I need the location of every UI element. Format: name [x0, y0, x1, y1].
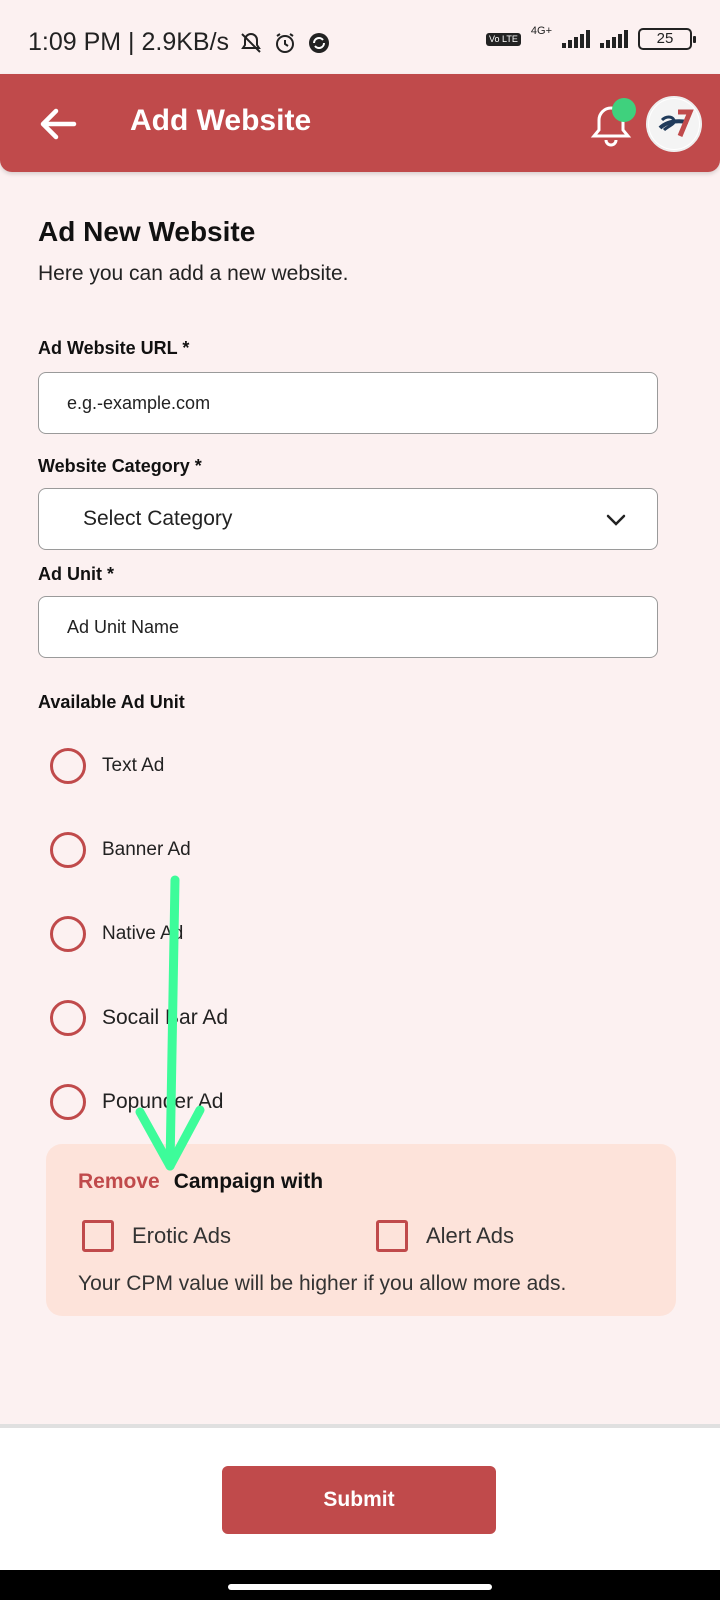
status-right: Vo LTE 4G+ 25 [486, 25, 696, 50]
ad-unit-field[interactable] [38, 596, 658, 658]
radio-option-native-ad[interactable]: Native Ad [50, 914, 183, 954]
radio-button[interactable] [50, 1000, 86, 1036]
battery-level: 25 [656, 30, 674, 47]
url-field[interactable] [38, 372, 658, 434]
home-indicator[interactable] [228, 1584, 492, 1590]
ad-unit-label: Ad Unit * [38, 564, 114, 584]
radio-label: Banner Ad [102, 839, 191, 860]
status-left: 1:09 PM | 2.9KB/s [28, 28, 331, 57]
signal-icon [600, 30, 628, 48]
category-select[interactable]: Select Category [38, 488, 658, 550]
checkbox[interactable] [82, 1220, 114, 1252]
url-label: Ad Website URL * [38, 338, 190, 358]
campaign-with-label: Campaign with [173, 1170, 324, 1193]
radio-button[interactable] [50, 1084, 86, 1120]
checkbox-label: Alert Ads [426, 1223, 515, 1248]
radio-button[interactable] [50, 748, 86, 784]
signal-icon [562, 30, 590, 48]
status-time-speed: 1:09 PM | 2.9KB/s [28, 28, 230, 56]
notification-badge [612, 98, 636, 122]
radio-option-social-bar-ad[interactable]: Socail Bar Ad [50, 998, 228, 1038]
radio-button[interactable] [50, 832, 86, 868]
sync-app-icon [309, 32, 330, 53]
radio-label: Text Ad [102, 755, 165, 776]
checkbox-option-alert-ads[interactable]: Alert Ads [376, 1220, 514, 1252]
category-selected-value: Select Category [83, 507, 233, 530]
form-subheading: Here you can add a new website. [38, 262, 349, 285]
radio-label: Popunder Ad [102, 1090, 224, 1113]
campaign-panel: Remove Campaign with Erotic Ads Alert Ads… [46, 1144, 676, 1316]
chevron-down-icon [606, 514, 626, 526]
alarm-icon [276, 32, 295, 53]
battery-icon: 25 [638, 28, 696, 50]
radio-button[interactable] [50, 916, 86, 952]
submit-button[interactable]: Submit [222, 1466, 496, 1534]
mute-notification-icon [241, 32, 261, 53]
back-arrow-icon[interactable] [36, 102, 80, 146]
form-heading: Ad New Website [38, 216, 256, 247]
remove-label: Remove [78, 1170, 160, 1193]
available-ad-unit-label: Available Ad Unit [38, 692, 185, 712]
category-label: Website Category * [38, 456, 202, 476]
radio-label: Native Ad [102, 923, 184, 944]
ad-unit-input[interactable] [67, 597, 627, 657]
radio-option-banner-ad[interactable]: Banner Ad [50, 830, 191, 870]
checkbox[interactable] [376, 1220, 408, 1252]
status-bar: 1:09 PM | 2.9KB/s Vo LTE 4G+ 25 [0, 0, 720, 72]
radio-label: Socail Bar Ad [102, 1006, 229, 1029]
volte-badge: Vo LTE [486, 32, 521, 46]
radio-option-text-ad[interactable]: Text Ad [50, 746, 164, 786]
url-input[interactable] [67, 373, 627, 433]
campaign-title: Remove Campaign with [78, 1170, 323, 1194]
radio-option-popunder-ad[interactable]: Popunder Ad [50, 1082, 223, 1122]
checkbox-label: Erotic Ads [132, 1223, 232, 1248]
page-title: Add Website [130, 104, 312, 137]
profile-logo-icon [649, 99, 699, 149]
network-type: 4G+ [530, 25, 552, 37]
checkbox-option-erotic-ads[interactable]: Erotic Ads [82, 1220, 231, 1252]
avatar[interactable] [646, 96, 702, 152]
cpm-note: Your CPM value will be higher if you all… [78, 1272, 567, 1295]
